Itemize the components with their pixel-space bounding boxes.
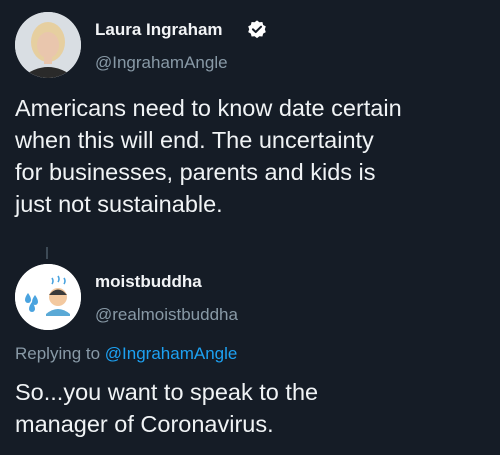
avatar-sweat-emoji-icon xyxy=(15,264,81,330)
original-tweet[interactable]: Laura Ingraham @IngrahamAngle Americans … xyxy=(0,0,500,250)
verified-badge-icon xyxy=(248,20,266,39)
tweet-text-line: for businesses, parents and kids is xyxy=(15,159,376,185)
reply-text: So...you want to speak to the manager of… xyxy=(15,376,485,440)
avatar-portrait-icon xyxy=(15,12,81,78)
replying-to-line: Replying to @IngrahamAngle xyxy=(15,344,237,364)
replying-to-mention-link[interactable]: @IngrahamAngle xyxy=(105,344,238,363)
reply-avatar[interactable] xyxy=(15,264,81,330)
tweet-text-line: just not sustainable. xyxy=(15,191,223,217)
reply-author-name[interactable]: moistbuddha xyxy=(95,272,202,292)
replying-to-prefix: Replying to xyxy=(15,344,105,363)
avatar[interactable] xyxy=(15,12,81,78)
reply-text-line: So...you want to speak to the xyxy=(15,379,319,405)
author-name[interactable]: Laura Ingraham xyxy=(95,20,223,40)
tweet-text-line: Americans need to know date certain xyxy=(15,95,402,121)
author-handle[interactable]: @IngrahamAngle xyxy=(95,53,228,73)
tweet-text-line: when this will end. The uncertainty xyxy=(15,127,374,153)
reply-text-line: manager of Coronavirus. xyxy=(15,411,274,437)
reply-author-handle[interactable]: @realmoistbuddha xyxy=(95,305,238,325)
tweet-text: Americans need to know date certain when… xyxy=(15,92,493,220)
